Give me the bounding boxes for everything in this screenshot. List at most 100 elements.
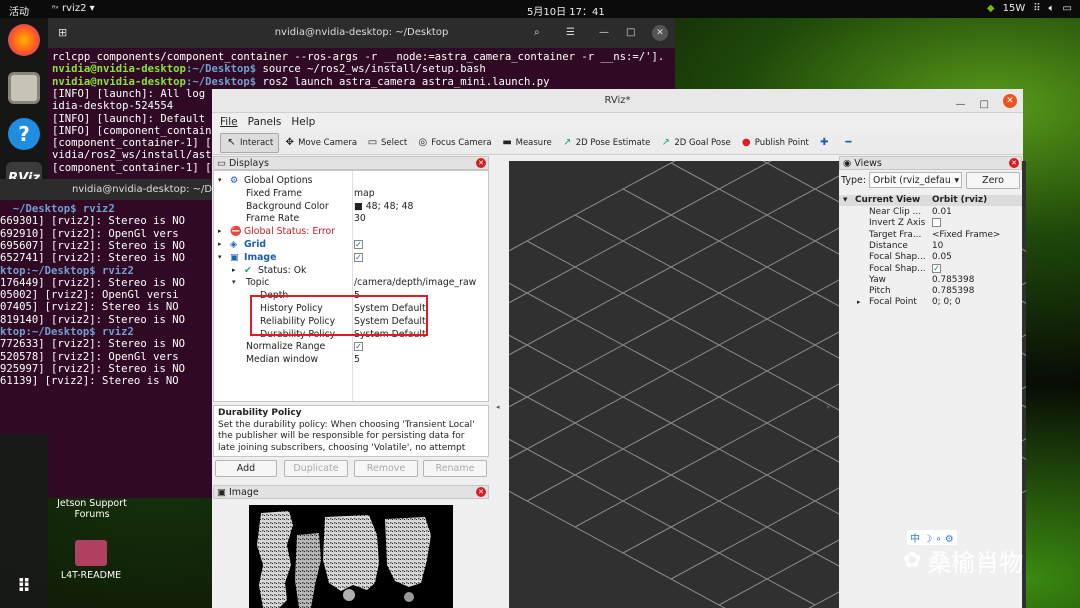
display-row[interactable]: Frame Rate 30 [214,212,488,225]
tool-label: Move Camera [298,137,358,148]
close-icon[interactable]: ✕ [652,25,668,41]
search-icon[interactable]: ⌕ [534,18,540,48]
display-row[interactable]: ▾ Topic/camera/depth/image_raw [214,276,488,289]
rviz-window[interactable]: RViz* — □ ✕ File Panels Help ↖ Interact ✥ M… [212,89,1026,608]
expand-arrow-icon[interactable]: ▸ [218,225,222,238]
display-row[interactable]: ▸ ⛔ Global Status: Error [214,225,488,238]
terminal-line: [INFO] [launch]: Default l [52,112,218,125]
activities-button[interactable]: 活动 [9,3,29,18]
row-checkbox[interactable]: ✓ [354,251,363,264]
view-row-checkbox[interactable] [932,218,941,229]
image-panel-header[interactable]: ▣ Image ✕ [213,485,489,499]
menu-panels[interactable]: Panels [248,116,282,128]
expand-arrow-icon[interactable]: ▾ [218,174,222,187]
view-row[interactable]: Yaw 0.785398 [839,275,1022,286]
system-tray[interactable]: ◆ 15W ⠿ 🔈︎ ▭ [987,3,1072,14]
clock[interactable]: 5月10日 17：41 [527,3,605,18]
show-apps-icon[interactable]: ⠿ [8,570,40,602]
row-name: Background Color [246,200,329,212]
menu-icon[interactable]: ☰ [566,18,575,48]
view-row[interactable]: ▸ Focal Point 0; 0; 0 [839,297,1022,308]
publish-point-tool[interactable]: ● Publish Point [736,133,814,153]
app-menu[interactable]: ᴿᵛ rviz2 ▾ [52,3,95,14]
terminal-window-front[interactable]: nvidia@nvidia-desktop: ~/Desktop ~/Deskt… [0,179,212,434]
focus-camera-tool[interactable]: ◎ Focus Camera [412,133,496,153]
tool-9-tool[interactable]: ━ [838,133,862,153]
collapse-left-icon[interactable]: ◂ [496,403,500,411]
view-row[interactable]: Invert Z Axis [839,218,1022,229]
display-row[interactable]: Fixed Frame map [214,187,488,200]
close-panel-icon[interactable]: ✕ [1009,158,1019,168]
new-tab-icon[interactable]: ⊞ [58,18,67,48]
l4t-readme-icon[interactable] [75,540,107,566]
firefox-icon[interactable] [8,24,40,56]
view-row[interactable]: Near Clip ... 0.01 [839,207,1022,218]
l4t-readme-label[interactable]: L4T-README [56,570,126,581]
current-view-row[interactable]: ▾ Current View Orbit (rviz) [839,195,1022,207]
view-type-select[interactable]: Orbit (rviz_defau ▾ [869,172,962,188]
terminal-front-title[interactable]: nvidia@nvidia-desktop: ~/Desktop [0,179,212,200]
row-name: Global Status: Error [244,226,335,238]
measure-tool[interactable]: ▬ Measure [497,133,557,153]
display-row[interactable]: ▸ ✔ Status: Ok [214,264,488,277]
view-row-checkbox[interactable]: ✓ [932,263,941,275]
close-icon[interactable]: ✕ [1003,94,1017,108]
row-checkbox[interactable]: ✓ [354,340,363,353]
display-row[interactable]: Median window 5 [214,353,488,366]
displays-panel-header[interactable]: ▭ Displays ✕ [213,156,489,170]
files-icon[interactable] [8,72,40,104]
display-row[interactable]: ▸ ◈ Grid ✓ [214,238,488,251]
tool-8-tool[interactable]: ✚ [814,133,838,153]
2d-pose-estimate-icon: ↗ [563,137,572,148]
view-row[interactable]: Focal Shap... ✓ [839,263,1022,275]
view-row[interactable]: Pitch 0.785398 [839,286,1022,297]
row-checkbox[interactable]: ✓ [354,238,363,251]
menu-file[interactable]: File [220,116,238,128]
menu-help[interactable]: Help [291,116,315,128]
views-panel-header[interactable]: ◉ Views ✕ [839,156,1022,170]
help-title: Durability Policy [218,408,302,418]
duplicate-button[interactable]: Duplicate [284,460,348,477]
displays-tree[interactable]: ▾ ⚙ Global Options Fixed Frame map Background… [213,170,489,402]
minimize-icon[interactable]: — [599,18,609,48]
display-row[interactable]: ▾ ▣ Image ✓ [214,251,488,264]
add-button[interactable]: Add [215,460,277,477]
help-box: Durability Policy Set the durability pol… [213,405,489,457]
maximize-icon[interactable]: □ [626,18,635,48]
terminal-back-titlebar[interactable]: nvidia@nvidia-desktop: ~/Desktop ⊞ ⌕ ☰ —… [48,18,675,48]
view-row[interactable]: Distance 10 [839,241,1022,252]
interact-tool[interactable]: ↖ Interact [220,132,280,153]
view-row[interactable]: Target Fra... <Fixed Frame> [839,230,1022,241]
tool-label: Publish Point [754,137,809,148]
jetson-support-label[interactable]: Jetson Support Forums [54,498,130,520]
expand-arrow-icon[interactable]: ▾ [218,251,222,264]
power-mode[interactable]: 15W [1003,3,1026,14]
close-panel-icon[interactable]: ✕ [476,158,486,168]
select-tool[interactable]: ▭ Select [362,133,412,153]
close-panel-icon[interactable]: ✕ [476,487,486,497]
expand-arrow-icon[interactable]: ▾ [232,276,236,289]
row-name: Fixed Frame [246,187,303,199]
rviz-titlebar[interactable]: RViz* — □ ✕ [212,89,1023,113]
row-value: ■ 48; 48; 48 [354,200,414,212]
row-name: Global Options [244,175,313,186]
2d-pose-estimate-tool[interactable]: ↗ 2D Pose Estimate [557,133,656,153]
terminal-line: 176449] [rviz2]: Stereo is NO [0,276,185,289]
expand-arrow-icon[interactable]: ▸ [232,264,236,277]
remove-button[interactable]: Remove [354,460,418,477]
display-row[interactable]: Normalize Range ✓ [214,340,488,353]
terminal-line: rclcpp_components/component_container --… [52,51,665,63]
collapse-right-icon[interactable]: ▸ [827,403,831,411]
rename-button[interactable]: Rename [423,460,487,477]
expand-arrow-icon[interactable]: ▸ [218,238,222,251]
view-row-name: Invert Z Axis [869,218,926,229]
move-camera-tool[interactable]: ✥ Move Camera [279,133,362,153]
zero-button[interactable]: Zero [966,172,1020,189]
2d-goal-pose-tool[interactable]: ↗ 2D Goal Pose [655,133,735,153]
view-row-value: 0; 0; 0 [932,297,961,308]
display-row[interactable]: Background Color ■ 48; 48; 48 [214,200,488,213]
view-row[interactable]: Focal Shap... 0.05 [839,252,1022,263]
help-icon[interactable]: ? [8,118,40,150]
display-row[interactable]: ▾ ⚙ Global Options [214,174,488,187]
expand-arrow-icon[interactable]: ▸ [857,297,861,308]
